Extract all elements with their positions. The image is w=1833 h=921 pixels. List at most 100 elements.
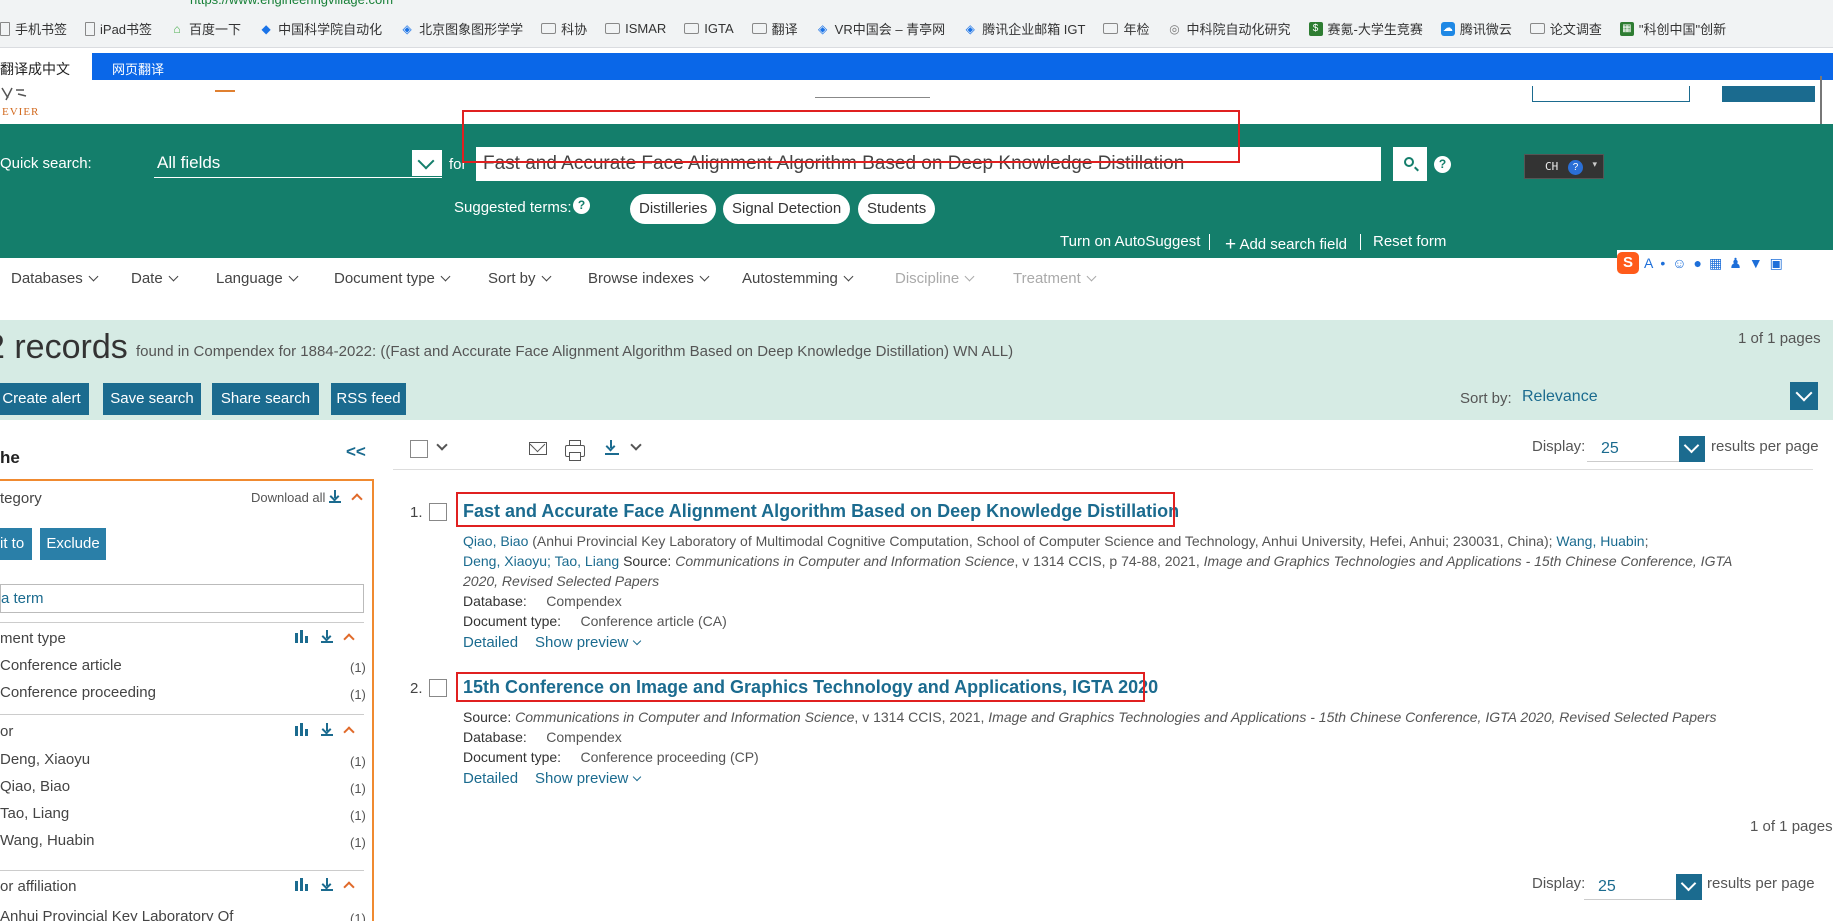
reset-form-link[interactable]: Reset form [1373,233,1446,250]
filter-browse-indexes[interactable]: Browse indexes [588,270,710,287]
bookmark-item[interactable]: ◎ 中科院自动化研究 [1167,19,1290,38]
facet-item[interactable]: Wang, Huabin [0,832,95,849]
result-checkbox[interactable] [429,679,447,697]
language-widget[interactable]: CH ? ▾ [1524,154,1604,179]
collapse-sidebar-button[interactable]: << [346,442,366,462]
show-preview-link[interactable]: Show preview [535,634,642,651]
chevron-down-icon[interactable] [412,150,442,176]
scrollbar[interactable] [1820,76,1822,126]
help-icon[interactable]: ? [1434,156,1451,173]
facet-affiliation[interactable]: or affiliation [0,878,76,895]
filter-language[interactable]: Language [216,270,299,287]
chevron-down-icon[interactable] [1676,874,1702,900]
filter-sort-by[interactable]: Sort by [488,270,551,287]
user-icon[interactable]: ♟ [1729,255,1742,272]
header-filled-button[interactable] [1722,86,1815,102]
facet-item[interactable]: Anhui Provincial Key Laboratory Of [0,908,233,921]
facet-author[interactable]: or [0,723,13,740]
filter-databases[interactable]: Databases [11,270,99,287]
download-icon[interactable] [605,440,619,455]
exclude-button[interactable]: Exclude [40,528,106,560]
bookmark-item[interactable]: 手机书签 [0,19,67,38]
result-checkbox[interactable] [429,503,447,521]
download-icon[interactable] [321,878,333,891]
translate-page-bar[interactable]: 网页翻译 [92,53,1833,80]
facet-item[interactable]: Tao, Liang [0,805,69,822]
ime-toolbar[interactable]: S A • ☺ ● ▦ ♟ ▼ ▣ [1617,250,1833,276]
url-bar[interactable]: https://www.engineeringvillage.com [0,0,1833,10]
bookmark-item[interactable]: ◈ 腾讯企业邮箱 IGT [963,19,1086,38]
bar-chart-icon[interactable] [295,630,309,643]
bookmark-item[interactable]: iPad书签 [85,19,152,38]
suggested-term-students[interactable]: Students [858,194,936,224]
sort-dropdown-button[interactable] [1790,382,1818,410]
detailed-link[interactable]: Detailed [463,634,518,651]
help-icon[interactable]: ? [573,197,590,214]
header-outline-button[interactable] [1532,86,1690,102]
download-all-link[interactable]: Download all [251,490,325,505]
bookmark-item[interactable]: ▦ "科创中国"创新 [1619,19,1726,38]
chevron-down-icon[interactable] [1679,436,1705,462]
bookmark-item[interactable]: ISMAR [605,21,666,36]
display-select[interactable]: 25 [1587,436,1705,462]
select-all-checkbox[interactable] [410,440,428,458]
detailed-link[interactable]: Detailed [463,770,518,787]
term-search-input[interactable]: a term [0,584,364,613]
autosuggest-link[interactable]: Turn on AutoSuggest [1060,233,1200,250]
chevron-up-icon[interactable] [343,632,355,645]
facet-item[interactable]: Qiao, Biao [0,778,70,795]
search-button[interactable] [1393,147,1427,181]
bar-chart-icon[interactable] [295,723,309,736]
author-link[interactable]: Deng, Xiaoyu; Tao, Liang [463,553,619,569]
limit-to-button[interactable]: it to [0,528,32,560]
filter-autostemming[interactable]: Autostemming [742,270,854,287]
facet-document-type[interactable]: ment type [0,630,66,647]
bookmark-item[interactable]: 科协 [541,19,587,38]
search-field-select[interactable]: All fields [154,148,442,178]
bookmark-item[interactable]: ◈ 北京图象图形学学 [400,19,523,38]
author-link[interactable]: Wang, Huabin [1556,533,1644,549]
sort-by-value[interactable]: Relevance [1522,388,1598,406]
punctuation-icon[interactable]: • [1660,255,1665,271]
bookmark-item[interactable]: 年检 [1103,19,1149,38]
bookmark-item[interactable]: ☁ 腾讯微云 [1440,19,1512,38]
display-select-bottom[interactable]: 25 [1584,874,1702,900]
translate-page-button[interactable]: 网页翻译 [112,59,164,78]
header-search-field[interactable] [815,86,930,98]
font-icon[interactable]: A [1644,255,1653,271]
rss-feed-button[interactable]: RSS feed [331,383,406,415]
bar-chart-icon[interactable] [295,878,309,891]
bookmark-item[interactable]: $ 赛氪-大学生竞赛 [1308,19,1423,38]
bookmark-item[interactable]: ⌂ 百度一下 [170,19,241,38]
share-search-button[interactable]: Share search [212,383,319,415]
save-search-button[interactable]: Save search [103,383,201,415]
filter-date[interactable]: Date [131,270,179,287]
suggested-term-signal-detection[interactable]: Signal Detection [723,194,851,224]
chevron-up-icon[interactable] [351,492,363,505]
bookmark-item[interactable]: 论文调查 [1529,19,1602,38]
print-icon[interactable] [565,440,585,461]
chevron-up-icon[interactable] [343,725,355,738]
show-preview-link[interactable]: Show preview [535,770,642,787]
suggested-term-distilleries[interactable]: Distilleries [630,194,717,224]
download-icon[interactable] [321,630,333,643]
emoji-icon[interactable]: ☺ [1672,255,1686,271]
facet-item[interactable]: Conference proceeding [0,684,156,701]
shirt-icon[interactable]: ▼ [1749,255,1763,271]
add-search-field-link[interactable]: + Add search field [1225,233,1347,255]
bookmark-item[interactable]: ◆ 中国科学院自动化 [259,19,382,38]
bookmark-item[interactable]: IGTA [684,21,734,36]
download-icon[interactable] [329,490,341,503]
author-link[interactable]: Qiao, Biao [463,533,528,549]
email-icon[interactable] [529,442,547,455]
translate-label[interactable]: 翻译成中文 [0,59,70,79]
bookmark-item[interactable]: 翻译 [751,19,798,38]
chevron-up-icon[interactable] [343,880,355,893]
bookmark-item[interactable]: ◈ VR中国会 – 青亭网 [816,19,945,38]
facet-item[interactable]: Conference article [0,657,122,674]
microphone-icon[interactable]: ● [1694,255,1702,271]
keyboard-icon[interactable]: ▦ [1709,255,1722,272]
create-alert-button[interactable]: Create alert [0,383,89,415]
filter-document-type[interactable]: Document type [334,270,451,287]
download-icon[interactable] [321,723,333,736]
